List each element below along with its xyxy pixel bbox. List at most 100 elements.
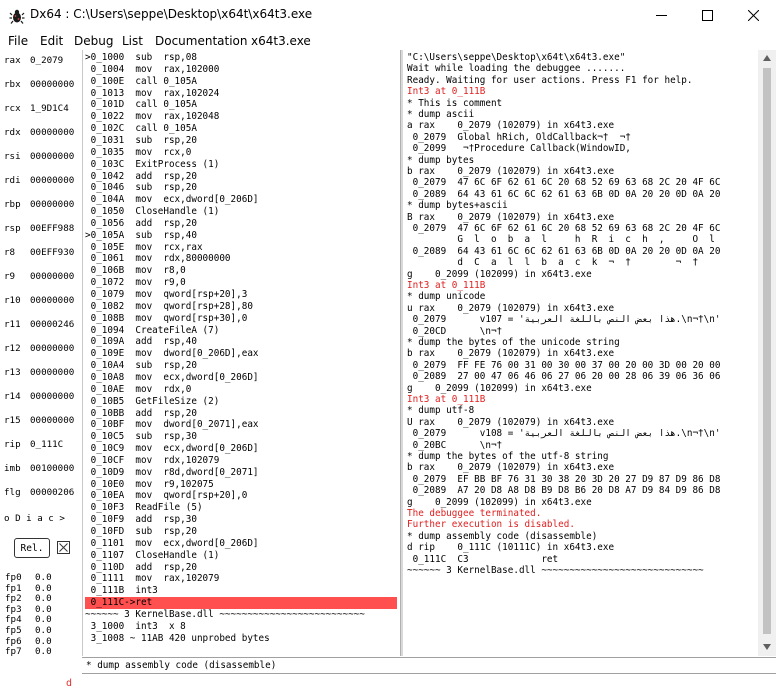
disasm-line[interactable]: 0_10E0 mov r9,102075 (85, 479, 397, 491)
disasm-line[interactable]: 0_1061 mov rdx,80000000 (85, 253, 397, 265)
scroll-up-icon[interactable] (762, 53, 772, 63)
close-button[interactable] (730, 0, 776, 31)
disasm-line[interactable]: 0_1046 sub rsp,20 (85, 182, 397, 194)
disasm-line[interactable]: 0_105E mov rcx,rax (85, 242, 397, 254)
disasm-line[interactable]: 0_10F3 ReadFile (5) (85, 502, 397, 514)
log-scrollbar[interactable] (758, 50, 776, 656)
log-line: Wait while loading the debuggee ....... (407, 63, 626, 75)
register-r11[interactable]: r11 00000246 (4, 319, 74, 330)
disasm-line[interactable]: 0_10BB add rsp,20 (85, 408, 397, 420)
disasm-line[interactable]: 0_101D call 0_105A (85, 99, 397, 111)
register-r14[interactable]: r14 00000000 (4, 391, 74, 402)
disasm-line[interactable]: 0_10CF mov rdx,102079 (85, 455, 397, 467)
menu-list[interactable]: List (122, 34, 143, 48)
disasm-line[interactable]: 0_1094 CreateFileA (7) (85, 325, 397, 337)
disasm-line[interactable]: 0_10C9 mov ecx,dword[0_206D] (85, 443, 397, 455)
register-flg[interactable]: flg 00000206 (4, 487, 74, 498)
register-rdx[interactable]: rdx 00000000 (4, 127, 74, 138)
disasm-line[interactable]: 0_10A4 sub rsp,20 (85, 360, 397, 372)
disasm-line[interactable]: 0_1079 mov qword[rsp+20],3 (85, 289, 397, 301)
menu-documentation[interactable]: Documentation (155, 34, 248, 48)
register-rax[interactable]: rax 0_2079 (4, 55, 63, 66)
menu-file[interactable]: File (8, 34, 28, 48)
log-line: 0_2079 Global hRich, OldCallback¬† ¬† (407, 131, 631, 143)
register-rip[interactable]: rip 0_111C (4, 439, 63, 450)
register-rsi[interactable]: rsi 00000000 (4, 151, 74, 162)
register-value: 00000000 (30, 199, 75, 210)
disasm-line[interactable]: ~~~~~~ 3 KernelBase.dll ~~~~~~~~~~~~~~~~… (85, 609, 397, 621)
log-line: * dump unicode (407, 291, 486, 303)
menu-edit[interactable]: Edit (40, 34, 63, 48)
register-r13[interactable]: r13 00000000 (4, 367, 74, 378)
disasm-line[interactable]: 0_102C call 0_105A (85, 123, 397, 135)
disasm-line[interactable]: 0_100E call 0_105A (85, 76, 397, 88)
disasm-line[interactable]: 0_106B mov r8,0 (85, 265, 397, 277)
register-r10[interactable]: r10 00000000 (4, 295, 74, 306)
disasm-line[interactable]: 0_1072 mov r9,0 (85, 277, 397, 289)
log-line: * dump bytes (407, 154, 475, 166)
disasm-line[interactable]: 0_104A mov ecx,dword[0_206D] (85, 194, 397, 206)
disasm-line[interactable]: 0_1111 mov rax,102079 (85, 573, 397, 585)
disasm-line[interactable]: >0_105A sub rsp,40 (85, 230, 397, 242)
disasm-line[interactable]: 0_1035 mov rcx,0 (85, 147, 397, 159)
register-name: r9 (4, 271, 16, 282)
register-rbp[interactable]: rbp 00000000 (4, 199, 74, 210)
disasm-line[interactable]: 0_110D add rsp,20 (85, 562, 397, 574)
disasm-line[interactable]: >0_1000 sub rsp,08 (85, 52, 397, 64)
disasm-line[interactable]: 0_111B int3 (85, 585, 397, 597)
disasm-line[interactable]: 0_108B mov qword[rsp+30],0 (85, 313, 397, 325)
disasm-line[interactable]: 0_10C5 sub rsp,30 (85, 431, 397, 443)
register-rcx[interactable]: rcx 1_9D1C4 (4, 103, 69, 114)
register-rdi[interactable]: rdi 00000000 (4, 175, 74, 186)
menu-x64t3[interactable]: x64t3.exe (251, 34, 311, 48)
toggle-checkbox[interactable] (57, 541, 70, 554)
disasm-line[interactable]: 0_103C ExitProcess (1) (85, 159, 397, 171)
disasm-line[interactable]: 3_1008 ~ 11AB 420 unprobed bytes (85, 633, 397, 645)
disasm-line[interactable]: 0_1050 CloseHandle (1) (85, 206, 397, 218)
disasm-line[interactable]: 0_1107 CloseHandle (1) (85, 550, 397, 562)
minimize-button[interactable] (638, 0, 684, 31)
disasm-line[interactable]: 0_10D9 mov r8d,dword[0_2071] (85, 467, 397, 479)
disasm-line[interactable]: 0_10A8 mov ecx,dword[0_206D] (85, 372, 397, 384)
register-rbx[interactable]: rbx 00000000 (4, 79, 74, 90)
title-bar[interactable]: Dx64 : C:\Users\seppe\Desktop\x64t\x64t3… (0, 0, 776, 31)
register-r12[interactable]: r12 00000000 (4, 343, 74, 354)
command-input[interactable] (82, 675, 776, 691)
disasm-line[interactable]: 0_1042 add rsp,20 (85, 171, 397, 183)
disasm-line[interactable]: 0_1013 mov rax,102024 (85, 88, 397, 100)
disasm-line[interactable]: 3_1000 int3 x 8 (85, 621, 397, 633)
fp-value: 0.0 (35, 593, 52, 605)
register-imb[interactable]: imb 00100000 (4, 463, 74, 474)
disasm-line[interactable]: 0_10EA mov qword[rsp+20],0 (85, 490, 397, 502)
disasm-line[interactable]: 0_1004 mov rax,102000 (85, 64, 397, 76)
disasm-line[interactable]: 0_10FD sub rsp,20 (85, 526, 397, 538)
disasm-line-current[interactable]: 0_111C->ret (85, 597, 397, 610)
fp-register-fp6: fp6 0.0 (5, 636, 52, 647)
flags-indicator: o D i a c > (4, 513, 65, 524)
scrollbar-thumb[interactable] (763, 68, 771, 634)
log-line: 0_2089 64 43 61 6C 6C 62 61 63 6B 0D 0A … (407, 188, 721, 200)
disasm-line[interactable]: 0_109A add rsp,40 (85, 336, 397, 348)
register-r15[interactable]: r15 00000000 (4, 415, 74, 426)
disasm-line[interactable]: 0_1022 mov rax,102048 (85, 111, 397, 123)
register-r9[interactable]: r9 00000000 (4, 271, 74, 282)
log-pane[interactable]: "C:\Users\seppe\Desktop\x64t\x64t3.exe" W… (403, 50, 758, 656)
disasm-line[interactable]: 0_1056 add rsp,20 (85, 218, 397, 230)
disasm-line[interactable]: 0_10B5 GetFileSize (2) (85, 396, 397, 408)
scroll-down-icon[interactable] (762, 642, 772, 652)
disasm-line[interactable]: 0_1031 sub rsp,20 (85, 135, 397, 147)
disasm-line[interactable]: 0_10AE mov rdx,0 (85, 384, 397, 396)
disasm-line[interactable]: 0_10F9 add rsp,30 (85, 514, 397, 526)
disassembly-pane[interactable]: >0_1000 sub rsp,08 0_1004 mov rax,102000… (82, 50, 400, 656)
disasm-line[interactable]: 0_1082 mov qword[rsp+28],80 (85, 301, 397, 313)
disasm-line[interactable]: 0_1101 mov ecx,dword[0_206D] (85, 538, 397, 550)
register-rsp[interactable]: rsp 00EFF988 (4, 223, 74, 234)
relative-button[interactable]: Rel. (14, 538, 50, 558)
disasm-line[interactable]: 0_10BF mov dword[0_2071],eax (85, 419, 397, 431)
cross-icon (59, 543, 68, 552)
register-r8[interactable]: r8 00EFF930 (4, 247, 74, 258)
disasm-line[interactable]: 0_109E mov dword[0_206D],eax (85, 348, 397, 360)
maximize-button[interactable] (684, 0, 730, 31)
menu-debug[interactable]: Debug (74, 34, 113, 48)
log-line: 0_111C C3 ret (407, 553, 559, 565)
